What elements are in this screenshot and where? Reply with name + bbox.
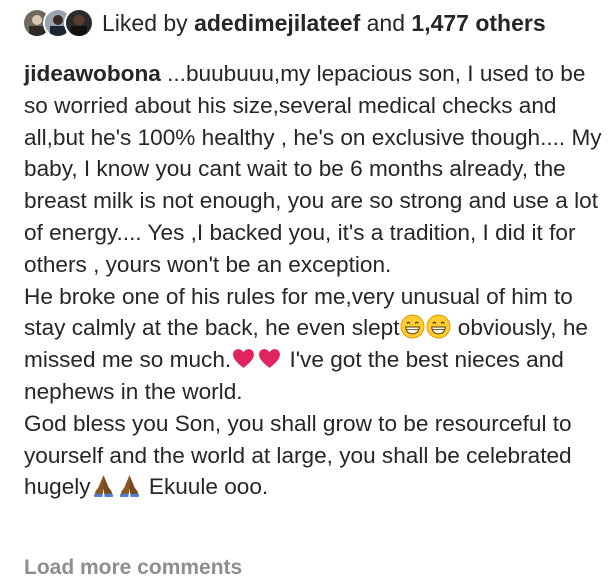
grinning-face-icon bbox=[400, 314, 424, 339]
red-heart-icon bbox=[259, 349, 281, 369]
load-more-comments-link[interactable]: Load more comments bbox=[24, 556, 242, 580]
red-heart-icon bbox=[233, 349, 255, 369]
likes-prefix: Liked by bbox=[102, 9, 188, 36]
folded-hands-icon bbox=[93, 475, 113, 498]
caption-username-link[interactable]: jideawobona bbox=[24, 61, 161, 86]
likes-summary: Liked by adedimejilateef and 1,477 other… bbox=[102, 10, 546, 37]
liker-username-link[interactable]: adedimejilateef bbox=[194, 10, 360, 36]
caption-paragraph-3: God bless you Son, you shall grow to be … bbox=[24, 408, 609, 503]
caption-text-1: ...buubuuu,my lepacious son, I used to b… bbox=[24, 61, 602, 277]
likes-count-link[interactable]: 1,477 others bbox=[411, 10, 545, 36]
profile-avatar-icon bbox=[66, 10, 92, 36]
liker-avatar-3[interactable] bbox=[64, 8, 94, 38]
caption-paragraph-2: He broke one of his rules for me,very un… bbox=[24, 281, 609, 408]
caption-text-3b: Ekuule ooo. bbox=[142, 474, 269, 500]
liker-avatars[interactable] bbox=[22, 8, 94, 38]
grinning-face-icon bbox=[426, 314, 450, 339]
likes-row: Liked by adedimejilateef and 1,477 other… bbox=[22, 6, 546, 40]
caption-paragraph-1: jideawobona ...buubuuu,my lepacious son,… bbox=[24, 58, 609, 281]
folded-hands-icon bbox=[119, 475, 139, 498]
likes-connector: and bbox=[366, 9, 406, 36]
post-caption: jideawobona ...buubuuu,my lepacious son,… bbox=[24, 58, 609, 503]
